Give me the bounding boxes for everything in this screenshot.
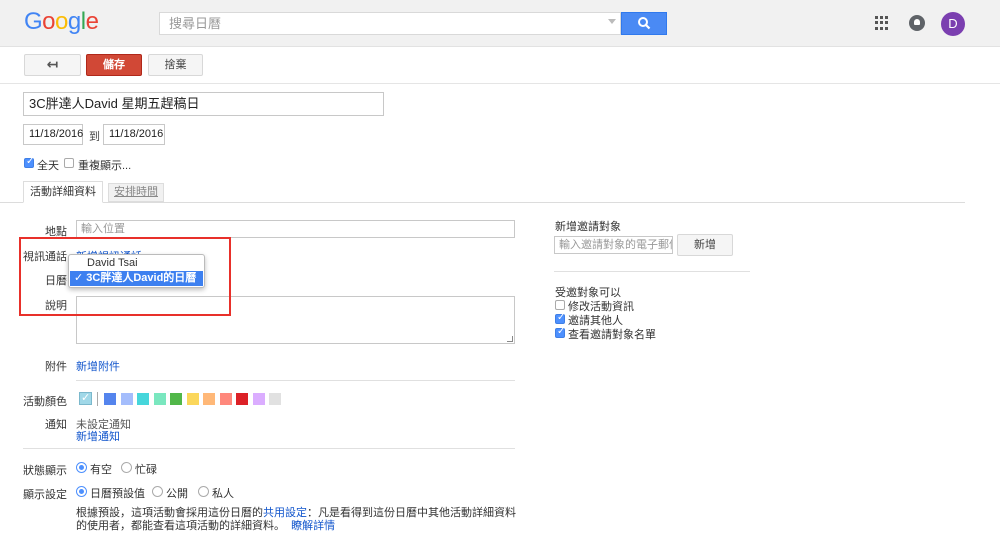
permission-see-list-label: 查看邀請對象名單 bbox=[568, 329, 656, 341]
google-logo[interactable]: Google bbox=[24, 8, 99, 36]
discard-button[interactable]: 捨棄 bbox=[148, 54, 203, 76]
color-swatch[interactable] bbox=[104, 393, 116, 405]
notifications-icon[interactable] bbox=[909, 15, 925, 31]
color-swatch[interactable] bbox=[236, 393, 248, 405]
visibility-public-radio[interactable] bbox=[152, 486, 163, 497]
color-swatch[interactable] bbox=[153, 393, 166, 405]
add-attachment-link[interactable]: 新增附件 bbox=[76, 358, 120, 374]
color-swatch[interactable] bbox=[170, 393, 182, 405]
event-title-input[interactable]: 3C胖達人David 星期五趕稿日 bbox=[23, 92, 384, 116]
resize-handle-icon[interactable] bbox=[507, 336, 513, 342]
date-separator: 到 bbox=[89, 131, 100, 143]
divider bbox=[554, 271, 750, 272]
learn-more-link[interactable]: 瞭解詳情 bbox=[291, 520, 335, 532]
tab-find-a-time[interactable]: 安排時間 bbox=[108, 183, 164, 202]
guest-email-input[interactable]: 輸入邀請對象的電子郵件 bbox=[554, 236, 673, 254]
notification-label: 通知 bbox=[45, 419, 67, 431]
visibility-help-text: 根據預設，這項活動會採用這份日曆的共用設定：凡是看得到這份日曆中其他活動詳細資料… bbox=[76, 507, 516, 532]
color-swatch-default[interactable] bbox=[79, 391, 92, 405]
status-busy-label: 忙碌 bbox=[135, 464, 157, 476]
location-input[interactable]: 輸入位置 bbox=[76, 220, 515, 238]
search-icon bbox=[638, 17, 651, 30]
start-date-input[interactable]: 11/18/2016 bbox=[23, 124, 83, 145]
back-button[interactable]: ↤ bbox=[24, 54, 81, 76]
divider bbox=[0, 83, 1000, 84]
search-input[interactable]: 搜尋日曆 bbox=[159, 12, 621, 35]
highlight-annotation-box bbox=[19, 237, 231, 316]
color-swatch[interactable] bbox=[203, 393, 215, 405]
add-guests-title: 新增邀請對象 bbox=[555, 221, 621, 233]
color-swatch[interactable] bbox=[186, 393, 199, 405]
search-options-icon[interactable] bbox=[608, 19, 616, 24]
end-date-input[interactable]: 11/18/2016 bbox=[103, 124, 165, 145]
color-swatch[interactable] bbox=[252, 393, 265, 405]
permission-modify-checkbox[interactable] bbox=[555, 300, 565, 310]
divider bbox=[97, 392, 98, 406]
tab-underline bbox=[0, 202, 965, 203]
all-day-label: 全天 bbox=[37, 160, 59, 172]
permission-invite-checkbox[interactable] bbox=[555, 312, 565, 324]
save-button[interactable]: 儲存 bbox=[86, 54, 142, 76]
event-color-label: 活動顏色 bbox=[23, 396, 67, 408]
back-arrow-icon: ↤ bbox=[46, 56, 59, 72]
status-busy-radio[interactable] bbox=[121, 462, 132, 473]
status-free-radio[interactable] bbox=[76, 462, 87, 473]
color-swatch[interactable] bbox=[120, 393, 133, 405]
divider bbox=[23, 448, 515, 449]
search-button[interactable] bbox=[621, 12, 667, 35]
visibility-public-label: 公開 bbox=[166, 488, 188, 500]
tab-event-details[interactable]: 活動詳細資料 bbox=[23, 181, 103, 203]
add-guest-button[interactable]: 新增 bbox=[677, 234, 733, 256]
add-notification-link[interactable]: 新增通知 bbox=[76, 428, 120, 444]
attachment-label: 附件 bbox=[45, 361, 67, 373]
status-free-label: 有空 bbox=[90, 464, 112, 476]
visibility-default-radio[interactable] bbox=[76, 486, 87, 497]
sharing-settings-link[interactable]: 共用設定 bbox=[263, 507, 307, 519]
visibility-private-radio[interactable] bbox=[198, 486, 209, 497]
color-swatch[interactable] bbox=[219, 393, 232, 405]
visibility-private-label: 私人 bbox=[212, 488, 234, 500]
visibility-default-label: 日曆預設值 bbox=[90, 488, 145, 500]
show-as-label: 狀態顯示 bbox=[23, 465, 67, 477]
avatar[interactable]: D bbox=[941, 12, 965, 36]
apps-grid-icon[interactable] bbox=[875, 16, 889, 30]
all-day-checkbox[interactable] bbox=[24, 156, 34, 168]
visibility-label: 顯示設定 bbox=[23, 489, 67, 501]
color-swatch[interactable] bbox=[269, 393, 281, 405]
repeat-checkbox[interactable] bbox=[64, 158, 74, 168]
repeat-label: 重複顯示... bbox=[78, 160, 132, 172]
color-swatch[interactable] bbox=[137, 393, 149, 405]
divider bbox=[76, 380, 515, 381]
permission-see-list-checkbox[interactable] bbox=[555, 326, 565, 338]
